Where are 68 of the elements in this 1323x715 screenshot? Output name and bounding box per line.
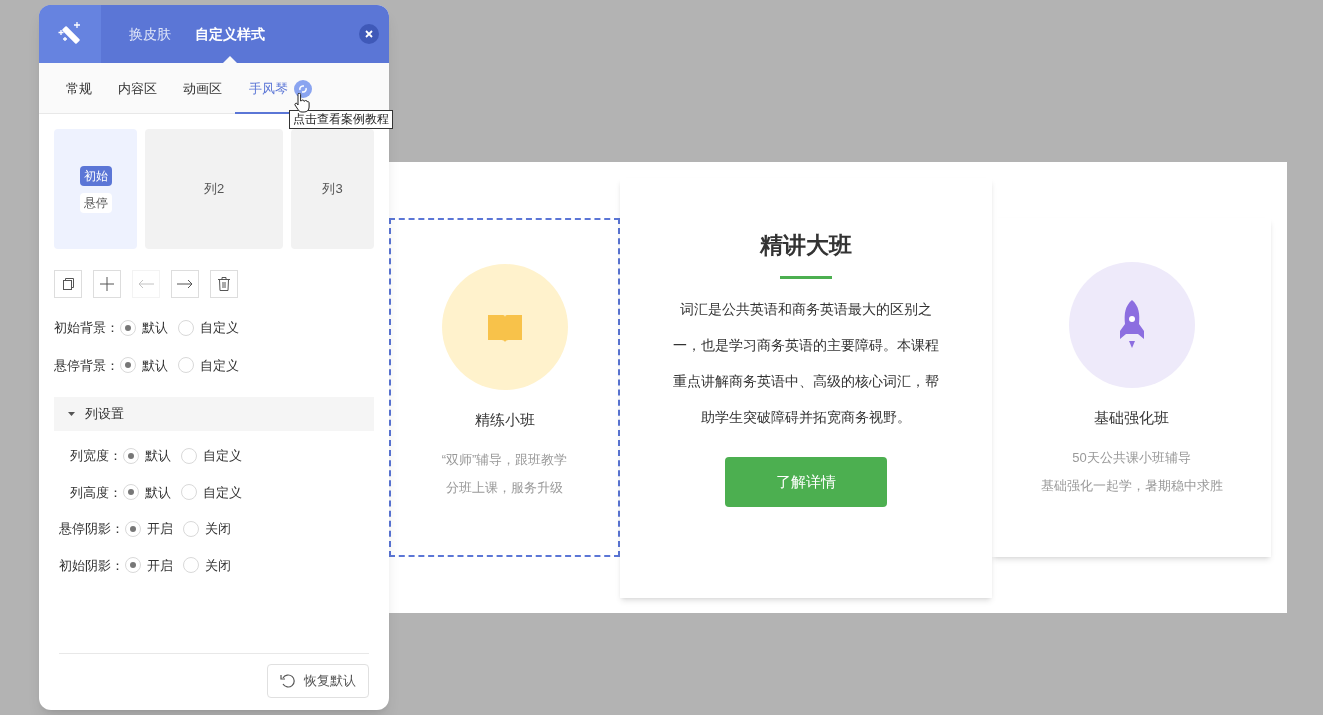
radio-button[interactable] <box>123 484 139 501</box>
course-card[interactable]: 精讲大班 词汇是公共英语和商务英语最大的区别之一，也是学习商务英语的主要障碍。本课程重点讲解商务英语中、高级的核心词汇，帮助学生突破障碍并拓宽商务视野。 了解详情 <box>620 177 992 598</box>
radio-button[interactable] <box>183 557 199 574</box>
section-header[interactable]: 列设置 <box>54 397 374 431</box>
column-label: 列3 <box>322 180 343 199</box>
column-tile[interactable]: 初始 悬停 <box>54 129 137 249</box>
radio-button[interactable] <box>178 319 194 336</box>
column-label: 列2 <box>203 180 225 199</box>
settings-tab[interactable]: 动画区 <box>170 65 235 114</box>
setting-label: 列高度： <box>70 483 122 502</box>
card-text: “双师”辅导，跟班教学 <box>441 450 568 469</box>
card-text: 分班上课，服务升级 <box>446 479 563 497</box>
course-card[interactable]: 精练小班 “双师”辅导，跟班教学 分班上课，服务升级 <box>389 218 620 557</box>
toolbar-button[interactable] <box>210 270 238 298</box>
toolbar-button[interactable] <box>54 270 82 298</box>
radio-button[interactable] <box>178 357 194 374</box>
radio-option[interactable]: 关闭 <box>183 555 231 575</box>
trash-icon <box>218 277 230 291</box>
copy-icon <box>61 277 75 291</box>
radio-option[interactable]: 开启 <box>125 519 173 539</box>
setting-label: 初始阴影： <box>59 556 124 575</box>
radio-button[interactable] <box>120 319 136 336</box>
card-text: 50天公共课小班辅导 <box>1072 448 1191 467</box>
radio-option[interactable]: 默认 <box>120 318 168 338</box>
caret-icon <box>68 412 75 416</box>
radio-option[interactable]: 关闭 <box>183 519 231 539</box>
radio-option[interactable]: 自定义 <box>178 355 239 375</box>
close-button[interactable] <box>359 24 379 44</box>
settings-tab[interactable]: 内容区 <box>105 65 170 114</box>
undo-icon <box>280 673 296 689</box>
link-icon[interactable] <box>294 79 312 98</box>
radio-button[interactable] <box>125 557 141 574</box>
card-description: 词汇是公共英语和商务英语最大的区别之一，也是学习商务英语的主要障碍。本课程重点讲解商务英语中、高级的核心词汇，帮助学生突破障碍并拓宽商务视野。 <box>673 300 939 427</box>
radio-option[interactable]: 默认 <box>123 482 171 502</box>
radio-option[interactable]: 自定义 <box>178 318 239 338</box>
setting-label: 悬停阴影： <box>59 520 124 538</box>
card-title: 基础强化班 <box>1094 408 1169 428</box>
state-toggle[interactable]: 初始 <box>79 165 112 186</box>
radio-button[interactable] <box>181 447 197 464</box>
card-title: 精讲大班 <box>760 230 852 260</box>
title-underline <box>780 276 832 279</box>
column-tile[interactable]: 列2 <box>145 129 283 249</box>
radio-option[interactable]: 默认 <box>120 355 168 375</box>
settings-tab[interactable]: 常规 <box>53 65 105 114</box>
column-tile[interactable]: 列3 <box>291 129 374 249</box>
magic-wand-icon <box>57 21 83 47</box>
setting-label: 初始背景： <box>54 319 119 337</box>
radio-button[interactable] <box>120 357 136 374</box>
setting-label: 列宽度： <box>70 447 122 465</box>
radio-button[interactable] <box>181 484 197 501</box>
tooltip: 点击查看案例教程 <box>289 110 393 129</box>
plus-icon <box>100 277 114 291</box>
radio-button[interactable] <box>125 520 141 537</box>
book-icon <box>441 264 568 390</box>
setting-label: 悬停背景： <box>54 356 119 375</box>
radio-option[interactable]: 自定义 <box>181 482 242 502</box>
close-icon <box>365 30 373 38</box>
left-arrow-icon <box>137 279 155 289</box>
radio-option[interactable]: 自定义 <box>181 446 242 466</box>
card-title: 精练小班 <box>474 410 535 430</box>
state-toggle[interactable]: 悬停 <box>79 192 112 213</box>
radio-button[interactable] <box>183 520 199 537</box>
radio-button[interactable] <box>123 447 139 464</box>
rocket-icon <box>1068 262 1195 388</box>
reset-button[interactable]: 恢复默认 <box>267 664 369 698</box>
radio-option[interactable]: 开启 <box>125 555 173 575</box>
radio-option[interactable]: 默认 <box>123 446 171 466</box>
right-arrow-icon <box>176 279 194 289</box>
